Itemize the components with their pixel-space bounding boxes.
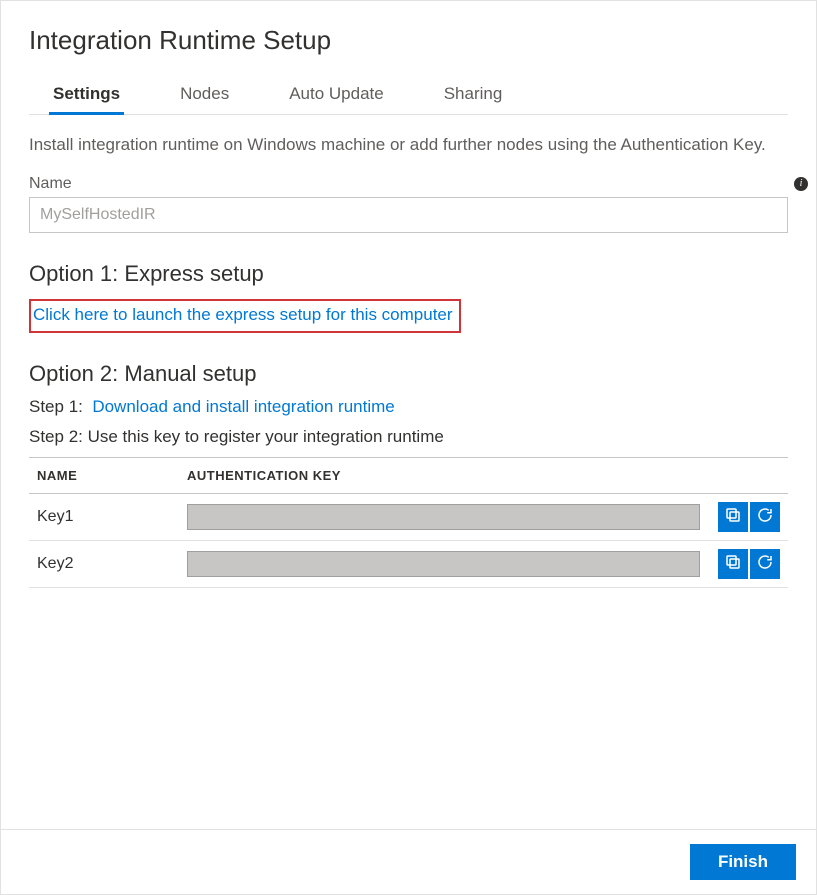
table-row: Key2 (29, 540, 788, 587)
key-value-masked (187, 551, 700, 577)
tab-bar: Settings Nodes Auto Update Sharing (29, 76, 788, 115)
info-icon[interactable]: i (794, 177, 808, 191)
tab-nodes[interactable]: Nodes (180, 76, 229, 114)
step1-label: Step 1: (29, 397, 83, 416)
refresh-icon (756, 506, 774, 527)
express-setup-link[interactable]: Click here to launch the express setup f… (33, 305, 453, 324)
tab-auto-update[interactable]: Auto Update (289, 76, 384, 114)
copy-icon (724, 553, 742, 574)
copy-icon (724, 506, 742, 527)
tab-settings[interactable]: Settings (53, 76, 120, 114)
refresh-key-button[interactable] (750, 502, 780, 532)
intro-text: Install integration runtime on Windows m… (29, 133, 788, 157)
express-setup-highlight: Click here to launch the express setup f… (29, 299, 461, 333)
col-key-header: AUTHENTICATION KEY (179, 457, 708, 493)
copy-key-button[interactable] (718, 502, 748, 532)
copy-key-button[interactable] (718, 549, 748, 579)
download-runtime-link[interactable]: Download and install integration runtime (92, 397, 394, 416)
page-title: Integration Runtime Setup (29, 25, 788, 56)
key-name-cell: Key1 (29, 493, 179, 540)
name-label: Name (29, 175, 72, 193)
table-row: Key1 (29, 493, 788, 540)
option1-heading: Option 1: Express setup (29, 261, 788, 287)
tab-sharing[interactable]: Sharing (444, 76, 503, 114)
auth-key-table: NAME AUTHENTICATION KEY Key1 (29, 457, 788, 588)
footer-bar: Finish (1, 829, 816, 894)
name-input[interactable] (29, 197, 788, 233)
finish-button[interactable]: Finish (690, 844, 796, 880)
refresh-icon (756, 553, 774, 574)
key-name-cell: Key2 (29, 540, 179, 587)
key-value-masked (187, 504, 700, 530)
step2-text: Step 2: Use this key to register your in… (29, 427, 444, 446)
col-name-header: NAME (29, 457, 179, 493)
option2-heading: Option 2: Manual setup (29, 361, 788, 387)
refresh-key-button[interactable] (750, 549, 780, 579)
